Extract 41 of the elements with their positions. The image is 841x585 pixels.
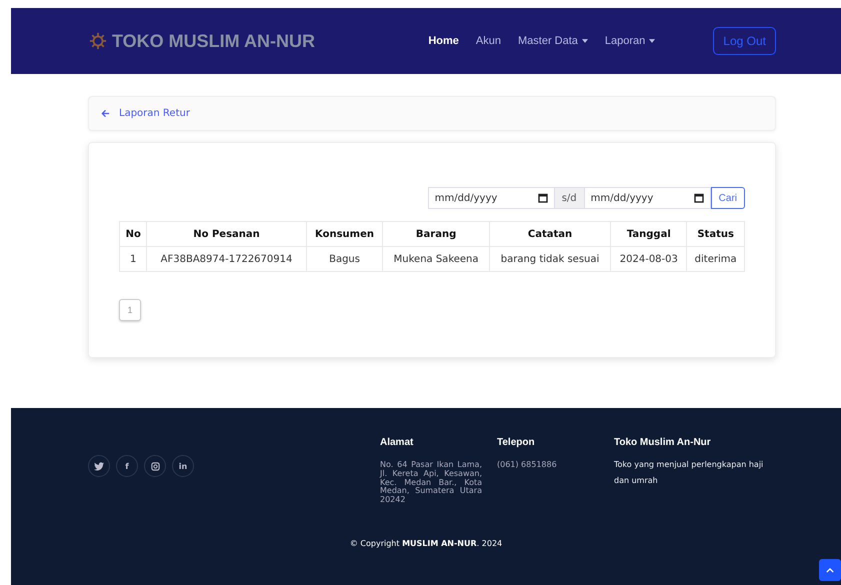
phone-number: (061) 6851886 xyxy=(497,461,558,470)
column-header: Status xyxy=(686,222,744,246)
facebook-link[interactable]: f xyxy=(116,455,138,477)
bird-icon[interactable] xyxy=(88,455,110,477)
calendar-icon[interactable] xyxy=(538,193,548,203)
column-header: Catatan xyxy=(489,222,611,246)
column-header: Konsumen xyxy=(306,222,383,246)
nav-link[interactable]: Master Data xyxy=(518,35,588,47)
table-cell: AF38BA8974-1722670914 xyxy=(146,246,306,272)
nav-link[interactable]: Home xyxy=(428,35,459,47)
nav-link[interactable]: Akun xyxy=(476,35,501,47)
column-header: No xyxy=(120,222,147,246)
column-header: No Pesanan xyxy=(146,222,306,246)
nav-link[interactable]: Laporan xyxy=(604,35,656,47)
back-arrow-icon[interactable] xyxy=(101,109,110,118)
start-date-field[interactable]: mm/dd/yyyy xyxy=(428,187,555,209)
gear-icon xyxy=(89,32,107,50)
footer-heading: Telepon xyxy=(497,437,536,448)
table-cell: 1 xyxy=(120,246,147,272)
table-cell: 2024-08-03 xyxy=(610,246,687,272)
store-description: Toko yang menjual perlengkapan haji dan umrah xyxy=(614,459,764,487)
camera-icon[interactable] xyxy=(144,455,166,477)
column-header: Barang xyxy=(382,222,490,246)
linkedin-link[interactable]: in xyxy=(172,455,194,477)
brand-name[interactable]: TOKO MUSLIM AN-NUR xyxy=(112,30,315,52)
end-date-field[interactable]: mm/dd/yyyy xyxy=(584,187,711,209)
chevron-up-icon xyxy=(826,568,834,572)
back-to-top-button[interactable] xyxy=(819,559,841,581)
footer-heading: Toko Muslim An-Nur xyxy=(614,437,712,448)
search-button[interactable]: Cari xyxy=(710,187,745,209)
footer-heading: Alamat xyxy=(380,437,414,448)
table-cell: diterima xyxy=(686,246,744,272)
calendar-icon[interactable] xyxy=(694,193,704,203)
column-header: Tanggal xyxy=(610,222,687,246)
range-separator: s/d xyxy=(554,187,584,209)
copyright-text: © Copyright MUSLIM AN-NUR. 2024 xyxy=(348,538,504,548)
address-text: No. 64 Pasar Ikan Lama, Jl. Kereta Api, Kesawan, Kec. Medan Bar., Kota Medan, Sumatera Utara 20242 xyxy=(380,461,482,505)
table-cell: barang tidak sesuai xyxy=(489,246,611,272)
table-cell: Bagus xyxy=(306,246,383,272)
page-title: Laporan Retur xyxy=(119,108,190,119)
table-cell: Mukena Sakeena xyxy=(382,246,490,272)
